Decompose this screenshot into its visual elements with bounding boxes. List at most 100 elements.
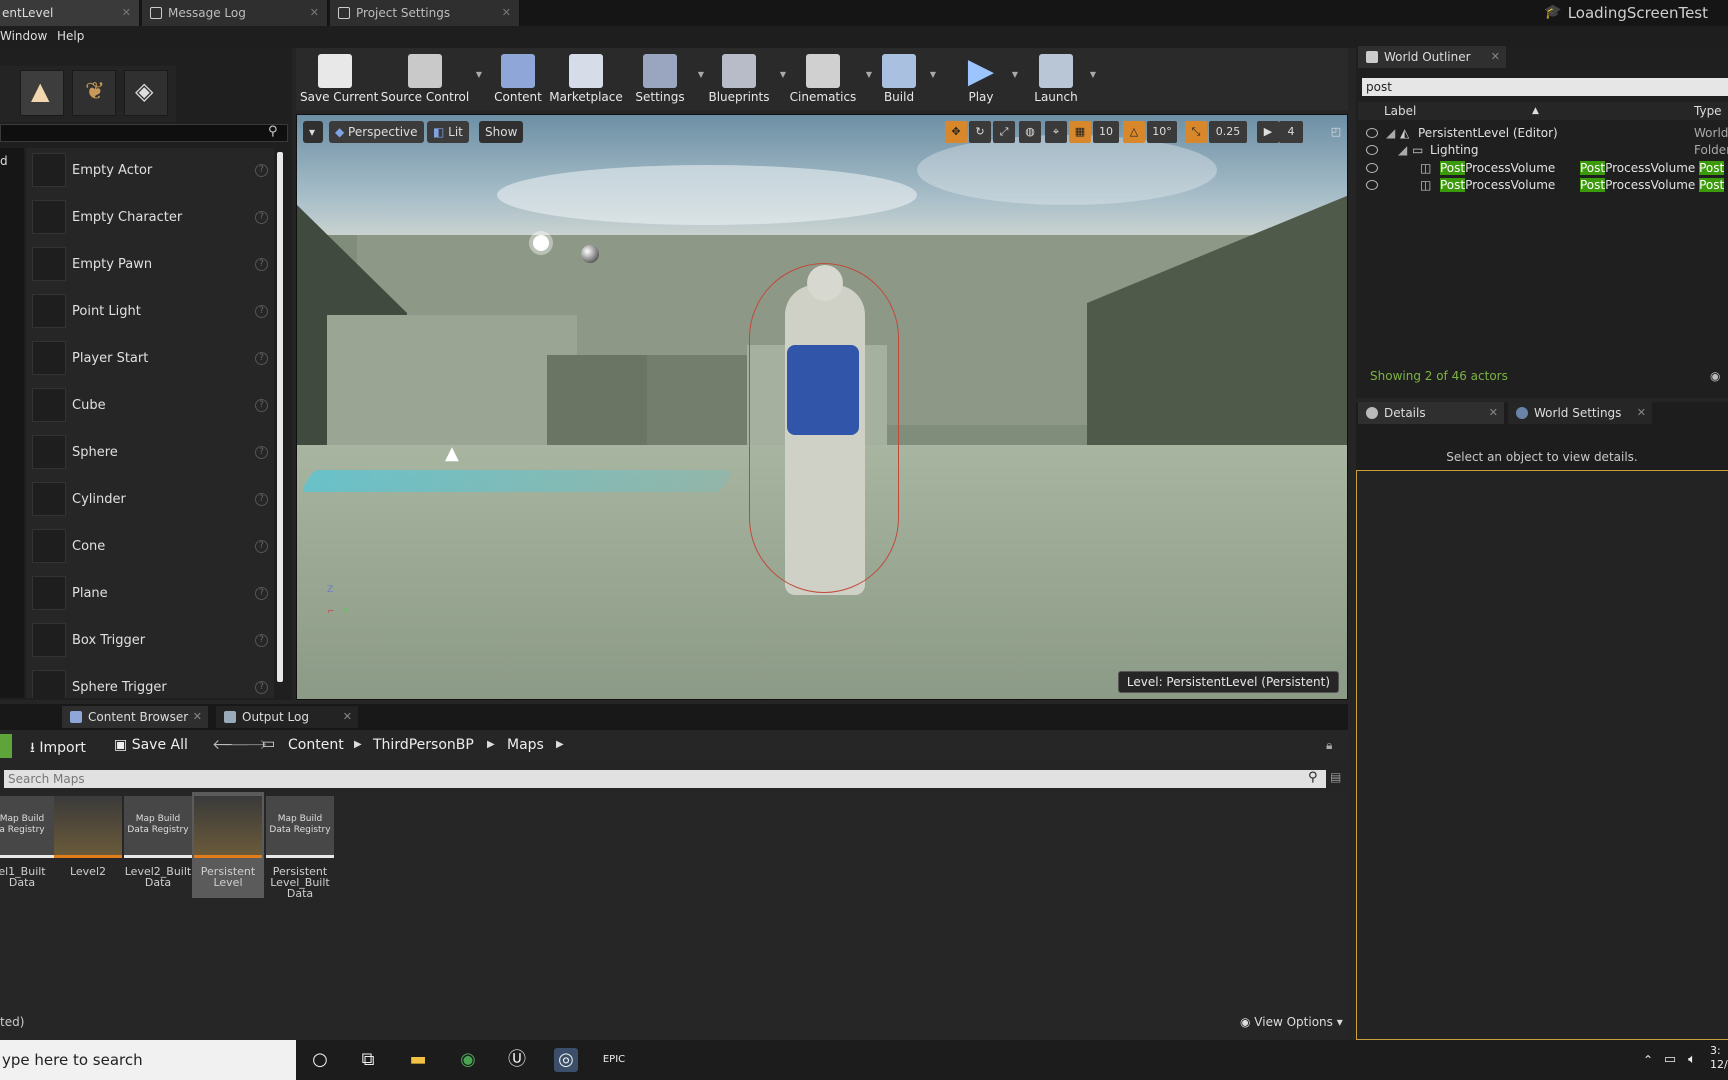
- chevron-down-icon[interactable]: ▼: [930, 70, 936, 79]
- close-icon[interactable]: ✕: [343, 706, 352, 728]
- import-button[interactable]: ⭳ Import: [30, 737, 86, 761]
- asset-tile[interactable]: Map Build a Registry el1_Built Data: [0, 796, 58, 898]
- chrome-icon[interactable]: ◉: [456, 1048, 480, 1072]
- landscape-mode-button[interactable]: ▲: [20, 70, 64, 116]
- launch-button[interactable]: Launch ▼: [1028, 48, 1096, 110]
- asset-tile[interactable]: Map Build Data Registry Level2_Built Data: [122, 796, 194, 898]
- settings-button[interactable]: Settings ▼: [628, 48, 704, 110]
- help-icon[interactable]: ?: [255, 258, 268, 271]
- chevron-up-icon[interactable]: ⌃: [1636, 1048, 1660, 1072]
- help-icon[interactable]: ?: [255, 352, 268, 365]
- outliner-row-persistent-level[interactable]: ◢ ◭ PersistentLevel (Editor) World: [1358, 125, 1728, 142]
- close-icon[interactable]: ✕: [502, 0, 511, 26]
- outliner-row-lighting[interactable]: ◢ ▭ Lighting Folder: [1358, 142, 1728, 159]
- asset-tile[interactable]: Map Build Data Registry Persistent Level_…: [264, 796, 336, 899]
- epic-games-icon[interactable]: EPIC: [602, 1048, 626, 1072]
- place-item-plane[interactable]: Plane?: [26, 571, 274, 618]
- chevron-right-icon[interactable]: ▶: [556, 739, 564, 750]
- chevron-down-icon[interactable]: ▼: [1090, 70, 1096, 79]
- scale-mode-icon[interactable]: ⤢: [993, 121, 1015, 143]
- place-item-cylinder[interactable]: Cylinder?: [26, 477, 274, 524]
- tab-world-settings[interactable]: World Settings ✕: [1508, 402, 1652, 424]
- blueprints-button[interactable]: Blueprints ▼: [704, 48, 786, 110]
- maximize-icon[interactable]: ◰: [1329, 121, 1343, 143]
- sort-ascending-icon[interactable]: ▲: [1532, 102, 1539, 120]
- rotation-snap-value[interactable]: 10°: [1147, 121, 1177, 143]
- column-label[interactable]: Label: [1384, 102, 1416, 120]
- tab-world-outliner[interactable]: World Outliner ✕: [1358, 46, 1506, 68]
- rotate-mode-icon[interactable]: ↻: [969, 121, 991, 143]
- chevron-down-icon[interactable]: ▼: [1012, 70, 1018, 79]
- close-icon[interactable]: ✕: [1489, 402, 1498, 424]
- place-item-player-start[interactable]: Player Start?: [26, 336, 274, 383]
- show-button[interactable]: Show: [479, 121, 524, 143]
- chevron-down-icon[interactable]: ▼: [866, 70, 872, 79]
- menu-window[interactable]: Window: [0, 29, 47, 43]
- help-icon[interactable]: ?: [255, 681, 268, 694]
- player-start-icon[interactable]: ▲: [445, 443, 465, 464]
- geometry-mode-button[interactable]: ◈: [124, 70, 168, 116]
- clock[interactable]: 3: 12/: [1710, 1044, 1728, 1072]
- lock-icon[interactable]: 🔒︎: [1326, 738, 1332, 753]
- help-icon[interactable]: ?: [255, 634, 268, 647]
- help-icon[interactable]: ?: [255, 305, 268, 318]
- camera-speed-icon[interactable]: ▶: [1257, 121, 1279, 143]
- build-button[interactable]: Build ▼: [874, 48, 936, 110]
- column-type[interactable]: Type: [1694, 102, 1722, 120]
- scale-snap-icon[interactable]: ⤡: [1185, 121, 1207, 143]
- place-item-point-light[interactable]: Point Light?: [26, 289, 274, 336]
- task-view-icon[interactable]: ⧉: [356, 1048, 380, 1072]
- close-icon[interactable]: ✕: [310, 0, 319, 26]
- chevron-right-icon[interactable]: ▶: [354, 739, 362, 750]
- breadcrumb-maps[interactable]: Maps: [507, 737, 544, 753]
- viewport-options-button[interactable]: ▾: [303, 121, 323, 143]
- asset-tile-selected[interactable]: Persistent Level: [192, 792, 264, 898]
- file-explorer-icon[interactable]: ▬: [406, 1048, 430, 1072]
- tab-content-browser[interactable]: Content Browser ✕: [62, 706, 208, 728]
- scale-snap-value[interactable]: 0.25: [1209, 121, 1247, 143]
- view-options-button[interactable]: ◉ View Options ▾: [1240, 1015, 1343, 1029]
- outliner-search-input[interactable]: post: [1362, 78, 1728, 96]
- world-space-icon[interactable]: ◍: [1019, 121, 1041, 143]
- close-icon[interactable]: ✕: [1491, 46, 1500, 68]
- eye-icon[interactable]: [1366, 180, 1378, 190]
- camera-speed-value[interactable]: 4: [1279, 121, 1303, 143]
- place-item-sphere-trigger[interactable]: Sphere Trigger?: [26, 665, 274, 698]
- breadcrumb-content[interactable]: Content: [288, 737, 344, 753]
- help-icon[interactable]: ?: [255, 493, 268, 506]
- tab-details[interactable]: Details ✕: [1358, 402, 1504, 424]
- cinematics-button[interactable]: Cinematics ▼: [786, 48, 872, 110]
- help-icon[interactable]: ?: [255, 211, 268, 224]
- help-icon[interactable]: ?: [255, 587, 268, 600]
- obs-icon[interactable]: ◎: [554, 1048, 578, 1072]
- place-item-cone[interactable]: Cone?: [26, 524, 274, 571]
- filter-icon[interactable]: ▤: [1330, 770, 1341, 784]
- tab-persistent-level[interactable]: entLevel ✕: [0, 0, 140, 26]
- add-new-button[interactable]: [0, 734, 12, 758]
- taskbar-search-input[interactable]: ype here to search: [0, 1040, 296, 1080]
- foliage-mode-button[interactable]: ❦: [72, 70, 116, 116]
- tab-message-log[interactable]: Message Log ✕: [142, 0, 328, 26]
- outliner-row-postprocessvolume[interactable]: ◫ PostProcessVolume PostProcessVolume Post: [1358, 177, 1728, 194]
- help-icon[interactable]: ?: [255, 446, 268, 459]
- chevron-down-icon[interactable]: ▼: [476, 70, 482, 79]
- asset-tile[interactable]: Level2: [52, 796, 124, 898]
- surface-snap-icon[interactable]: ⌖: [1045, 121, 1067, 143]
- text-render-actor[interactable]: [300, 470, 734, 492]
- rotation-snap-icon[interactable]: △: [1123, 121, 1145, 143]
- place-search-input[interactable]: [0, 124, 288, 142]
- source-control-button[interactable]: Source Control ▼: [380, 48, 482, 110]
- place-item-box-trigger[interactable]: Box Trigger?: [26, 618, 274, 665]
- eye-icon[interactable]: [1366, 145, 1378, 155]
- content-button[interactable]: Content: [490, 48, 546, 110]
- eye-icon[interactable]: [1366, 163, 1378, 173]
- place-scrollbar[interactable]: [277, 152, 283, 682]
- help-icon[interactable]: ?: [255, 164, 268, 177]
- marketplace-button[interactable]: Marketplace: [548, 48, 624, 110]
- eye-icon[interactable]: [1366, 128, 1378, 138]
- expand-icon[interactable]: ◢: [1386, 125, 1395, 142]
- sun-icon[interactable]: [533, 235, 549, 251]
- close-icon[interactable]: ✕: [122, 0, 131, 26]
- help-icon[interactable]: ?: [255, 399, 268, 412]
- network-icon[interactable]: ▭: [1658, 1048, 1682, 1072]
